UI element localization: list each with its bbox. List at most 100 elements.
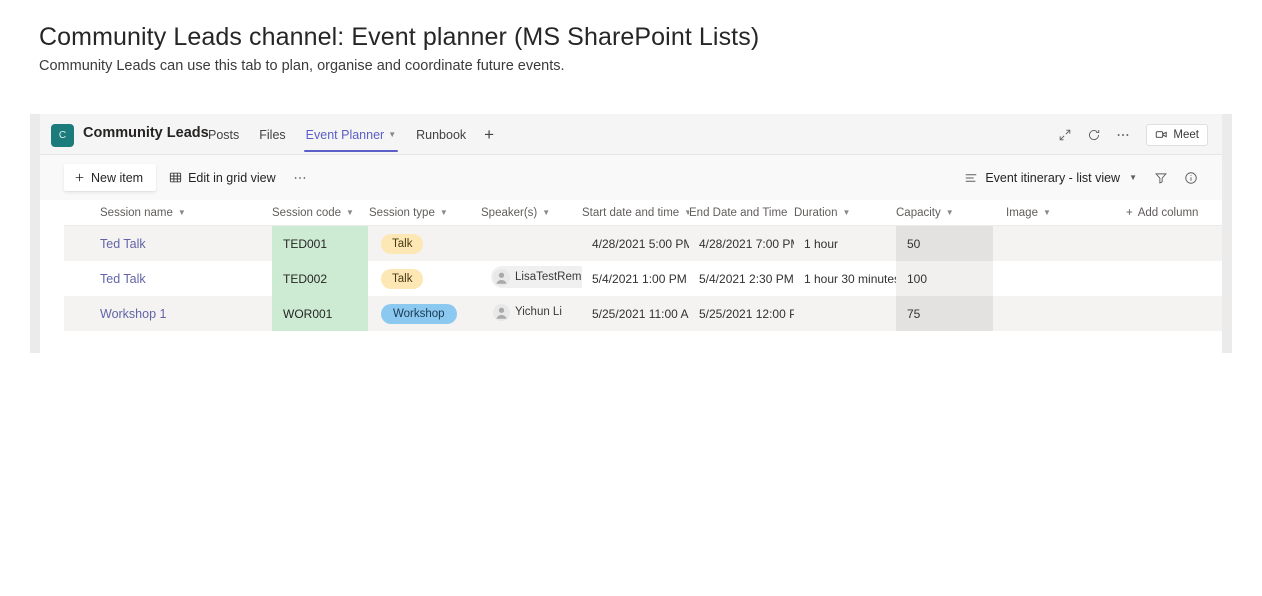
column-header-session-code[interactable]: Session code ▼ (272, 207, 369, 219)
info-icon[interactable] (1177, 164, 1205, 191)
duration-value: 1 hour 30 minutes (804, 271, 896, 286)
new-item-label: New item (91, 170, 144, 185)
add-tab-button[interactable]: + (476, 114, 502, 155)
column-label: Session name (100, 206, 173, 219)
cell-capacity: 75 (896, 296, 1006, 331)
chevron-down-icon: ▼ (1042, 208, 1051, 217)
capacity-value: 50 (896, 226, 993, 261)
channel-header: C Community Leads Posts Files Event Plan… (40, 114, 1222, 155)
edit-in-grid-view-label: Edit in grid view (188, 170, 276, 185)
cell-capacity: 50 (896, 226, 1006, 261)
chevron-down-icon: ▼ (388, 130, 397, 139)
cell-end-date-time: 4/28/2021 7:00 PM (689, 235, 794, 253)
table-row[interactable]: Ted Talk TED002 Talk LisaTestRem 5/4/202… (64, 261, 1222, 296)
duration-value: 1 hour (804, 236, 839, 251)
column-header-capacity[interactable]: Capacity ▼ (896, 207, 1006, 219)
chevron-down-icon: ▼ (542, 208, 551, 217)
view-selector[interactable]: Event itinerary - list view ▼ (956, 164, 1145, 191)
right-rail (1222, 114, 1232, 353)
cell-session-name: Ted Talk (64, 270, 272, 288)
end-date-value: 5/25/2021 12:00 PM (699, 306, 794, 321)
plus-icon (74, 172, 85, 183)
slide-heading: Community Leads channel: Event planner (… (39, 22, 1139, 76)
session-code-value: TED002 (272, 261, 368, 296)
session-type-pill: Talk (381, 233, 424, 254)
more-options-icon[interactable] (1114, 126, 1132, 144)
column-header-duration[interactable]: Duration ▼ (794, 207, 896, 219)
speaker-name: Yichun Li (515, 306, 562, 319)
team-avatar: C (51, 124, 74, 147)
session-name-link[interactable]: Ted Talk (64, 237, 146, 251)
chevron-down-icon: ▼ (842, 208, 851, 217)
avatar (493, 268, 510, 286)
filter-icon[interactable] (1147, 164, 1175, 191)
cell-start-date-time: 5/25/2021 11:00 AM (582, 305, 689, 323)
tab-event-planner-label: Event Planner (305, 127, 385, 142)
list-command-bar: New item Edit in grid view Event itinera… (40, 155, 1222, 200)
cell-session-name: Ted Talk (64, 235, 272, 253)
speaker-name: LisaTestRemove (515, 271, 582, 284)
session-name-link[interactable]: Ted Talk (64, 272, 146, 286)
session-type-pill: Workshop (381, 303, 457, 324)
tab-posts[interactable]: Posts (198, 114, 249, 155)
command-bar-left: New item Edit in grid view (64, 164, 311, 191)
chevron-down-icon: ▼ (177, 208, 186, 217)
avatar (493, 303, 510, 321)
column-header-image[interactable]: Image ▼ (1006, 207, 1126, 219)
table-row[interactable]: Ted Talk TED001 Talk 4/28/2021 5:00 PM 4… (64, 226, 1222, 261)
table-header-row: Session name ▼ Session code ▼ Session ty… (64, 200, 1222, 226)
tab-runbook[interactable]: Runbook (406, 114, 476, 155)
column-label: End Date and Time (689, 206, 788, 219)
channel-tabs: Posts Files Event Planner ▼ Runbook + (198, 114, 502, 155)
edit-in-grid-view-button[interactable]: Edit in grid view (160, 164, 285, 191)
column-label: Capacity (896, 206, 941, 219)
page-subtitle: Community Leads can use this tab to plan… (39, 58, 565, 74)
command-bar-right: Event itinerary - list view ▼ (956, 164, 1205, 191)
table-row[interactable]: Workshop 1 WOR001 Workshop Yichun Li 5/2… (64, 296, 1222, 331)
team-name: Community Leads (83, 125, 209, 141)
add-column-label: Add column (1137, 206, 1199, 219)
column-header-session-type[interactable]: Session type ▼ (369, 207, 481, 219)
session-name-link[interactable]: Workshop 1 (64, 307, 166, 321)
plus-icon: + (1126, 206, 1133, 219)
tab-files[interactable]: Files (249, 114, 295, 155)
teams-app-window: C Community Leads Posts Files Event Plan… (30, 114, 1232, 353)
cell-duration: 1 hour (794, 235, 896, 253)
column-header-speakers[interactable]: Speaker(s) ▼ (481, 207, 582, 219)
start-date-value: 5/25/2021 11:00 AM (592, 306, 689, 321)
tab-posts-label: Posts (208, 127, 240, 142)
tab-runbook-label: Runbook (416, 127, 467, 142)
view-selector-label: Event itinerary - list view (985, 170, 1121, 185)
session-code-value: WOR001 (272, 296, 368, 331)
page-title: Community Leads channel: Event planner (… (39, 23, 760, 51)
cell-end-date-time: 5/4/2021 2:30 PM (689, 270, 794, 288)
cell-session-type: Talk (369, 268, 481, 289)
column-header-session-name[interactable]: Session name ▼ (64, 207, 272, 219)
start-date-value: 5/4/2021 1:00 PM (592, 271, 687, 286)
column-label: Start date and time (582, 206, 680, 219)
column-header-end-date-and-time[interactable]: End Date and Time ▼ (689, 207, 794, 219)
meet-button[interactable]: Meet (1146, 123, 1208, 146)
column-label: Speaker(s) (481, 206, 538, 219)
refresh-icon[interactable] (1085, 126, 1103, 144)
tab-files-label: Files (259, 127, 286, 142)
cell-duration: 1 hour 30 minutes (794, 270, 896, 288)
speaker-chip[interactable]: LisaTestRemove (491, 266, 582, 289)
speaker-chip[interactable]: Yichun Li (491, 301, 571, 323)
chevron-down-icon: ▼ (1129, 173, 1137, 182)
expand-icon[interactable] (1056, 126, 1074, 144)
end-date-value: 4/28/2021 7:00 PM (699, 236, 794, 251)
tab-event-planner[interactable]: Event Planner ▼ (296, 114, 406, 155)
cell-session-code: TED001 (272, 226, 369, 261)
column-label: Session type (369, 206, 435, 219)
capacity-value: 75 (896, 296, 993, 331)
add-column-button[interactable]: + Add column (1126, 207, 1222, 219)
command-bar-more-icon[interactable] (289, 164, 311, 191)
cell-start-date-time: 4/28/2021 5:00 PM (582, 235, 689, 253)
chevron-down-icon: ▼ (346, 208, 354, 217)
column-header-start-date-and-time[interactable]: Start date and time ▼ (582, 207, 689, 219)
new-item-button[interactable]: New item (64, 164, 157, 191)
sharepoint-list-webpart: New item Edit in grid view Event itinera… (40, 155, 1222, 353)
camera-icon (1155, 128, 1168, 141)
session-code-value: TED001 (272, 226, 368, 261)
